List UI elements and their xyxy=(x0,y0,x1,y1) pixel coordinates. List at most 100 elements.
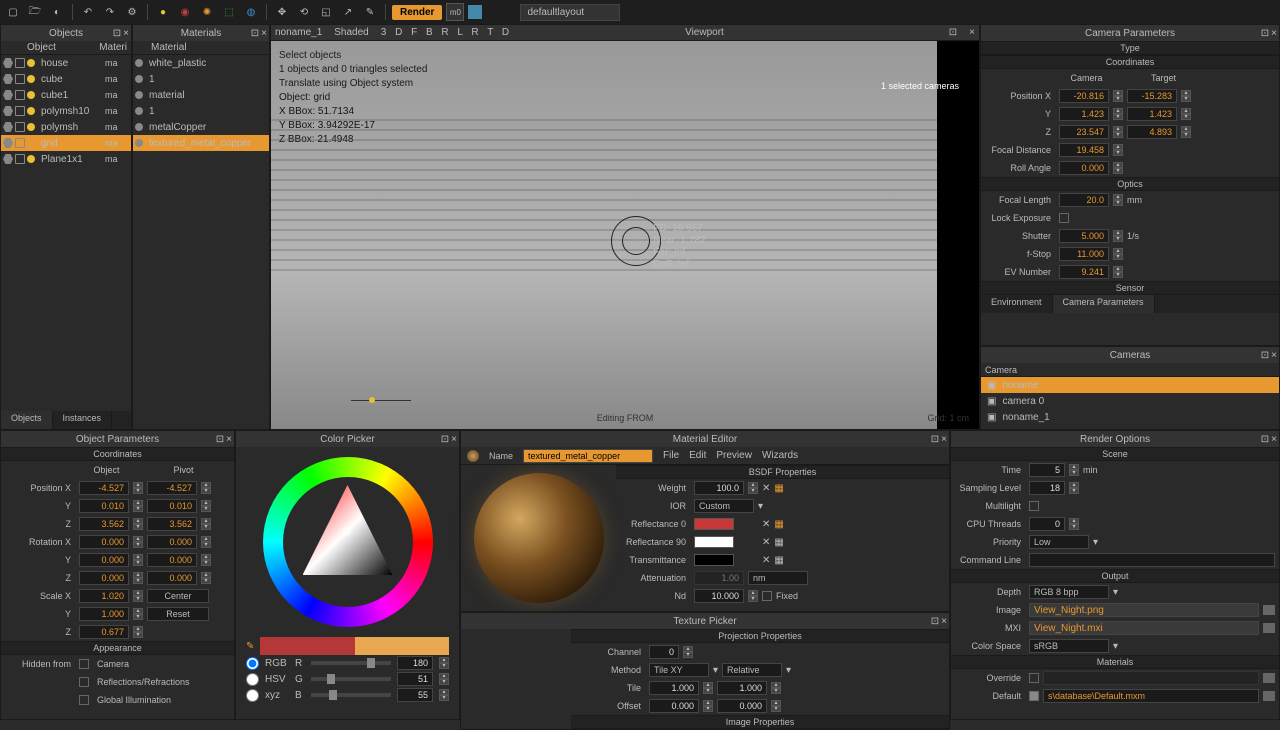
ior-select[interactable]: Custom xyxy=(694,499,754,513)
obj-pos-x[interactable] xyxy=(79,481,129,495)
spinner-icon[interactable]: ▴▾ xyxy=(133,626,143,638)
axis-gizmo-icon[interactable] xyxy=(351,400,411,401)
tgt-pos-x[interactable] xyxy=(1127,89,1177,103)
override-check[interactable] xyxy=(1029,673,1039,683)
camera-item[interactable]: ▣noname_1 xyxy=(981,409,1279,425)
tile-x[interactable] xyxy=(649,681,699,695)
spinner-icon[interactable]: ▴▾ xyxy=(748,590,758,602)
link-icon[interactable]: ✕ xyxy=(762,555,770,566)
texture-icon[interactable]: ▦ xyxy=(774,519,783,530)
depth-select[interactable]: RGB 8 bpp xyxy=(1029,585,1109,599)
spinner-icon[interactable]: ▴▾ xyxy=(201,572,211,584)
hide-camera-check[interactable] xyxy=(79,659,89,669)
spinner-icon[interactable]: ▴▾ xyxy=(1113,144,1123,156)
tree-item[interactable]: cubema xyxy=(1,71,131,87)
obj-rot-x[interactable] xyxy=(79,535,129,549)
roll-angle[interactable] xyxy=(1059,161,1109,175)
chevron-down-icon[interactable]: ▾ xyxy=(1113,641,1118,652)
emitter-icon[interactable]: ✺ xyxy=(198,3,216,21)
globe-icon[interactable]: ◍ xyxy=(242,3,260,21)
folder-icon[interactable] xyxy=(1263,673,1275,683)
obj-rot-z[interactable] xyxy=(79,571,129,585)
pin-icon[interactable]: ⊡ xyxy=(931,616,939,627)
rgb-radio[interactable] xyxy=(246,657,259,670)
shading-mode[interactable]: Shaded xyxy=(334,27,368,38)
spinner-icon[interactable]: ▴▾ xyxy=(748,482,758,494)
colorspace-select[interactable]: sRGB xyxy=(1029,639,1109,653)
new-icon[interactable]: ▢ xyxy=(4,3,22,21)
spinner-icon[interactable]: ▴▾ xyxy=(201,518,211,530)
obj-scale-z[interactable] xyxy=(79,625,129,639)
tree-item[interactable]: Plane1x1ma xyxy=(1,151,131,167)
atten-field[interactable] xyxy=(694,571,744,585)
close-icon[interactable]: × xyxy=(1271,28,1277,39)
recent-icon[interactable]: ◐ xyxy=(48,3,66,21)
spinner-icon[interactable]: ▴▾ xyxy=(1069,518,1079,530)
redo-icon[interactable]: ↷ xyxy=(101,3,119,21)
weight-field[interactable] xyxy=(694,481,744,495)
command-line[interactable] xyxy=(1029,553,1275,567)
piv-pos-z[interactable] xyxy=(147,517,197,531)
cam-pos-z[interactable] xyxy=(1059,125,1109,139)
chevron-down-icon[interactable]: ▾ xyxy=(1113,587,1118,598)
spinner-icon[interactable]: ▴▾ xyxy=(133,518,143,530)
folder-icon[interactable] xyxy=(1263,691,1275,701)
undo-icon[interactable]: ↶ xyxy=(79,3,97,21)
fstop[interactable] xyxy=(1059,247,1109,261)
close-icon[interactable]: × xyxy=(226,434,232,445)
g-slider[interactable] xyxy=(311,677,391,681)
add-icon[interactable]: ⬚ xyxy=(220,3,238,21)
piv-rot-y[interactable] xyxy=(147,553,197,567)
tree-item[interactable]: gridma xyxy=(1,135,131,151)
camera-item[interactable]: ▣noname xyxy=(981,377,1279,393)
pin-icon[interactable]: ⊡ xyxy=(949,27,957,38)
spinner-icon[interactable]: ▴▾ xyxy=(1113,230,1123,242)
reset-button[interactable]: Reset xyxy=(147,607,209,621)
material-item[interactable]: 1 xyxy=(133,71,269,87)
pin-icon[interactable]: ⊡ xyxy=(1261,350,1269,361)
method-select[interactable]: Tile XY xyxy=(649,663,709,677)
file-menu[interactable]: File xyxy=(663,450,679,461)
channel-field[interactable] xyxy=(649,645,679,659)
spinner-icon[interactable]: ▴▾ xyxy=(439,657,449,669)
tree-item[interactable]: cube1ma xyxy=(1,87,131,103)
b-value[interactable] xyxy=(397,688,433,702)
b-slider[interactable] xyxy=(311,693,391,697)
spinner-icon[interactable]: ▴▾ xyxy=(771,682,781,694)
override-path[interactable] xyxy=(1043,671,1259,685)
viewport-3d[interactable]: Select objects 1 objects and 0 triangles… xyxy=(271,41,979,429)
close-icon[interactable]: × xyxy=(941,434,947,445)
cpu-threads[interactable] xyxy=(1029,517,1065,531)
spinner-icon[interactable]: ▴▾ xyxy=(1113,90,1123,102)
texture-icon[interactable]: ▦ xyxy=(774,555,783,566)
pin-icon[interactable]: ⊡ xyxy=(1261,434,1269,445)
spinner-icon[interactable]: ▴▾ xyxy=(1069,464,1079,476)
objects-tab[interactable]: Objects xyxy=(1,411,53,429)
material-item[interactable]: material xyxy=(133,87,269,103)
link-icon[interactable]: ✕ xyxy=(762,537,770,548)
material-item[interactable]: white_plastic xyxy=(133,55,269,71)
obj-scale-y[interactable] xyxy=(79,607,129,621)
spinner-icon[interactable]: ▴▾ xyxy=(133,572,143,584)
spinner-icon[interactable]: ▴▾ xyxy=(1113,266,1123,278)
relative-select[interactable]: Relative xyxy=(722,663,782,677)
spinner-icon[interactable]: ▴▾ xyxy=(703,682,713,694)
texture-icon[interactable]: ▦ xyxy=(774,537,783,548)
spinner-icon[interactable]: ▴▾ xyxy=(133,554,143,566)
spinner-icon[interactable]: ▴▾ xyxy=(1113,162,1123,174)
tree-item[interactable]: housema xyxy=(1,55,131,71)
spinner-icon[interactable]: ▴▾ xyxy=(1113,108,1123,120)
obj-pos-z[interactable] xyxy=(79,517,129,531)
spinner-icon[interactable]: ▴▾ xyxy=(133,536,143,548)
tgt-pos-y[interactable] xyxy=(1127,107,1177,121)
move-icon[interactable]: ✥ xyxy=(273,3,291,21)
camera-item[interactable]: ▣camera 0 xyxy=(981,393,1279,409)
hsv-radio[interactable] xyxy=(246,673,259,686)
tree-item[interactable]: polymsh10ma xyxy=(1,103,131,119)
image-path[interactable]: View_Night.png xyxy=(1029,603,1259,617)
chevron-down-icon[interactable]: ▾ xyxy=(786,665,791,676)
material-item[interactable]: metalCopper xyxy=(133,119,269,135)
spinner-icon[interactable]: ▴▾ xyxy=(133,482,143,494)
color-wheel[interactable] xyxy=(263,457,433,627)
shutter[interactable] xyxy=(1059,229,1109,243)
